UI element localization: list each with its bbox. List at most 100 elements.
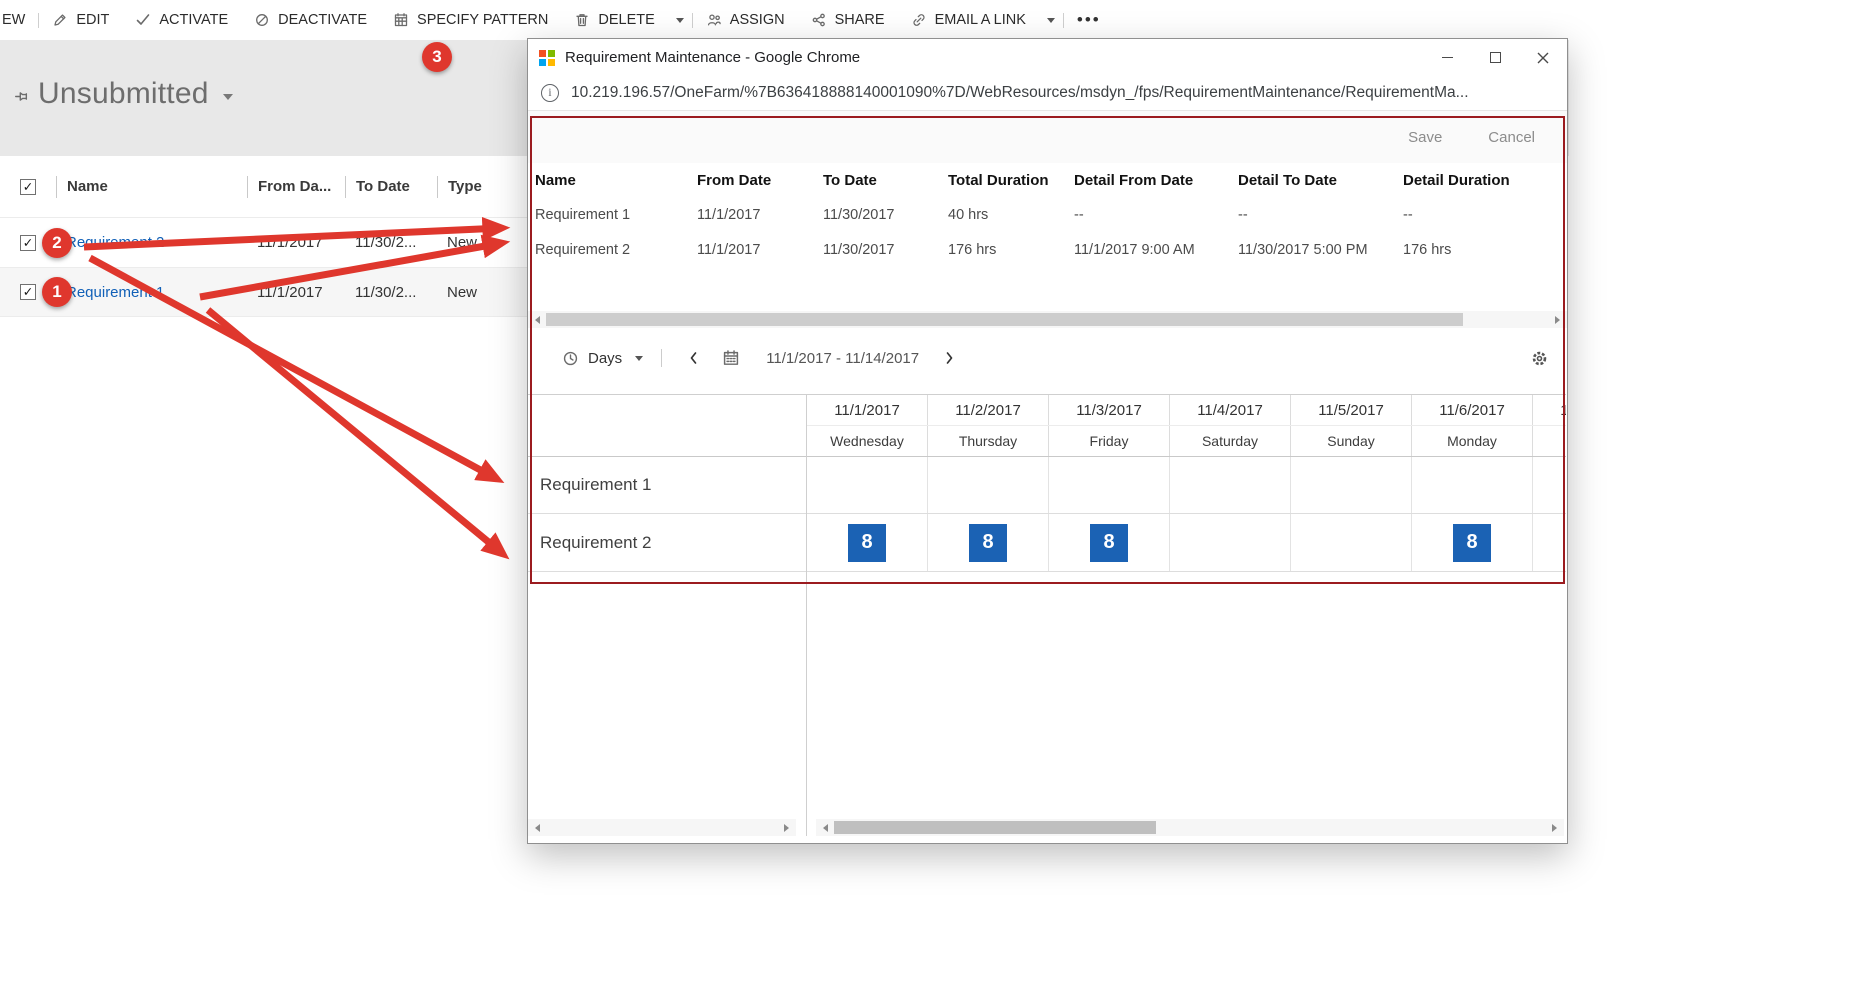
hours-badge[interactable]: 8 xyxy=(848,524,886,562)
close-button[interactable] xyxy=(1519,39,1567,76)
cancel-button[interactable]: Cancel xyxy=(1488,129,1535,146)
scroll-left-arrow[interactable] xyxy=(816,819,833,836)
schedule-cell[interactable] xyxy=(927,457,1048,513)
save-button[interactable]: Save xyxy=(1408,129,1442,146)
date-header[interactable]: 11/1/2017 xyxy=(806,395,927,425)
delete-dropdown-chevron[interactable] xyxy=(668,0,692,40)
detail-col-detail-from-date: Detail From Date xyxy=(1067,172,1231,189)
date-header[interactable]: 11/4/2017 xyxy=(1169,395,1290,425)
scroll-right-arrow[interactable] xyxy=(779,819,796,836)
cell-type: New xyxy=(437,234,528,251)
email-a-link-dropdown-chevron[interactable] xyxy=(1039,0,1063,40)
delete-button[interactable]: DELETE xyxy=(561,0,667,40)
share-button-label: SHARE xyxy=(835,12,885,28)
more-commands-button[interactable]: ••• xyxy=(1064,0,1114,40)
date-header[interactable]: 11/7/2017 xyxy=(1532,395,1566,425)
schedule-cell[interactable] xyxy=(1290,514,1411,571)
chevron-down-icon xyxy=(223,94,233,105)
chevron-down-icon[interactable] xyxy=(635,356,643,365)
specify-pattern-button[interactable]: SPECIFY PATTERN xyxy=(380,0,561,40)
pin-icon[interactable] xyxy=(12,88,29,110)
detail-col-detail-to-date: Detail To Date xyxy=(1231,172,1396,189)
maximize-icon xyxy=(1490,52,1501,63)
hours-badge[interactable]: 8 xyxy=(1453,524,1491,562)
chevron-down-icon xyxy=(1047,18,1055,27)
deactivate-button[interactable]: DEACTIVATE xyxy=(241,0,380,40)
names-horizontal-scrollbar[interactable] xyxy=(528,819,796,836)
address-bar[interactable]: 10.219.196.57/OneFarm/%7B636418888140001… xyxy=(528,76,1567,111)
schedule-cell[interactable] xyxy=(806,457,927,513)
grid-header-row: Name From Da... To Date Type xyxy=(0,156,528,217)
previous-period-button[interactable] xyxy=(686,350,702,366)
schedule-cell[interactable] xyxy=(1169,457,1290,513)
view-selector[interactable]: Unsubmitted xyxy=(38,77,233,111)
scroll-left-arrow[interactable] xyxy=(528,311,545,328)
table-row[interactable]: Requirement 1 11/1/2017 11/30/2... New xyxy=(0,267,528,317)
triangle-right-icon xyxy=(784,824,793,832)
table-row[interactable]: Requirement 2 11/1/2017 11/30/2017 176 h… xyxy=(528,232,1567,267)
cell-to-date: 11/30/2... xyxy=(345,234,437,251)
schedule-cell[interactable] xyxy=(1290,457,1411,513)
requirement-link[interactable]: Requirement 1 xyxy=(66,284,164,301)
date-header[interactable]: 11/3/2017 xyxy=(1048,395,1169,425)
date-header[interactable]: 11/5/2017 xyxy=(1290,395,1411,425)
select-all-checkbox[interactable] xyxy=(20,179,36,195)
assign-button[interactable]: ASSIGN xyxy=(693,0,798,40)
table-row[interactable]: Requirement 1 11/1/2017 11/30/2017 40 hr… xyxy=(528,197,1567,232)
schedule-cell[interactable]: 8 xyxy=(806,514,927,571)
schedule-cell[interactable] xyxy=(1532,514,1566,571)
minimize-icon xyxy=(1442,57,1453,58)
detail-col-from-date: From Date xyxy=(690,172,816,189)
table-horizontal-scrollbar[interactable] xyxy=(528,311,1567,328)
row-checkbox[interactable] xyxy=(20,235,36,251)
maximize-button[interactable] xyxy=(1471,39,1519,76)
schedule-cell[interactable] xyxy=(1169,514,1290,571)
hours-badge[interactable]: 8 xyxy=(1090,524,1128,562)
page-info-icon[interactable] xyxy=(541,84,559,102)
hours-badge[interactable]: 8 xyxy=(969,524,1007,562)
cell-from: 11/1/2017 xyxy=(690,207,816,223)
cell-type: New xyxy=(437,284,528,301)
date-picker-button[interactable] xyxy=(722,349,740,367)
schedule-cell[interactable] xyxy=(1411,457,1532,513)
schedule-row-requirement-1 xyxy=(806,457,1566,514)
minimize-button[interactable] xyxy=(1423,39,1471,76)
column-header-name[interactable]: Name xyxy=(56,176,247,198)
column-header-to-date[interactable]: To Date xyxy=(345,176,437,198)
schedule-cell[interactable] xyxy=(1048,457,1169,513)
column-header-from-date[interactable]: From Da... xyxy=(247,176,345,198)
schedule-cell[interactable]: 8 xyxy=(927,514,1048,571)
schedule-cell[interactable] xyxy=(1532,457,1566,513)
scroll-right-arrow[interactable] xyxy=(1547,819,1564,836)
date-header[interactable]: 11/2/2017 xyxy=(927,395,1048,425)
requirement-link[interactable]: Requirement 2 xyxy=(66,234,164,251)
schedule-horizontal-scrollbar[interactable] xyxy=(816,819,1564,836)
share-button[interactable]: SHARE xyxy=(798,0,898,40)
scrollbar-thumb[interactable] xyxy=(546,313,1463,326)
day-header xyxy=(1532,426,1566,456)
schedule-date-header-row: 11/1/2017 11/2/2017 11/3/2017 11/4/2017 … xyxy=(806,395,1566,426)
edit-button[interactable]: EDIT xyxy=(39,0,122,40)
date-header[interactable]: 11/6/2017 xyxy=(1411,395,1532,425)
schedule-toolbar: Days 11/1/2017 - 11/14/2017 xyxy=(528,333,1567,383)
table-row[interactable]: Requirement 2 11/1/2017 11/30/2... New xyxy=(0,217,528,267)
deactivate-button-label: DEACTIVATE xyxy=(278,12,367,28)
schedule-cell[interactable]: 8 xyxy=(1048,514,1169,571)
email-a-link-button[interactable]: EMAIL A LINK xyxy=(898,0,1039,40)
row-checkbox[interactable] xyxy=(20,284,36,300)
next-period-button[interactable] xyxy=(941,350,957,366)
scrollbar-thumb[interactable] xyxy=(834,821,1156,834)
settings-button[interactable] xyxy=(1530,333,1549,383)
time-scale-dropdown[interactable]: Days xyxy=(588,350,622,367)
gear-icon xyxy=(1530,349,1549,368)
activate-button-label: ACTIVATE xyxy=(159,12,228,28)
schedule-cell[interactable]: 8 xyxy=(1411,514,1532,571)
triangle-left-icon xyxy=(531,824,540,832)
cell-to: 11/30/2017 xyxy=(816,242,941,258)
activate-button[interactable]: ACTIVATE xyxy=(122,0,241,40)
new-button[interactable]: EW xyxy=(0,0,38,40)
window-titlebar[interactable]: Requirement Maintenance - Google Chrome xyxy=(528,39,1567,76)
scroll-left-arrow[interactable] xyxy=(528,819,545,836)
column-header-type[interactable]: Type xyxy=(437,176,528,198)
scroll-right-arrow[interactable] xyxy=(1550,311,1567,328)
